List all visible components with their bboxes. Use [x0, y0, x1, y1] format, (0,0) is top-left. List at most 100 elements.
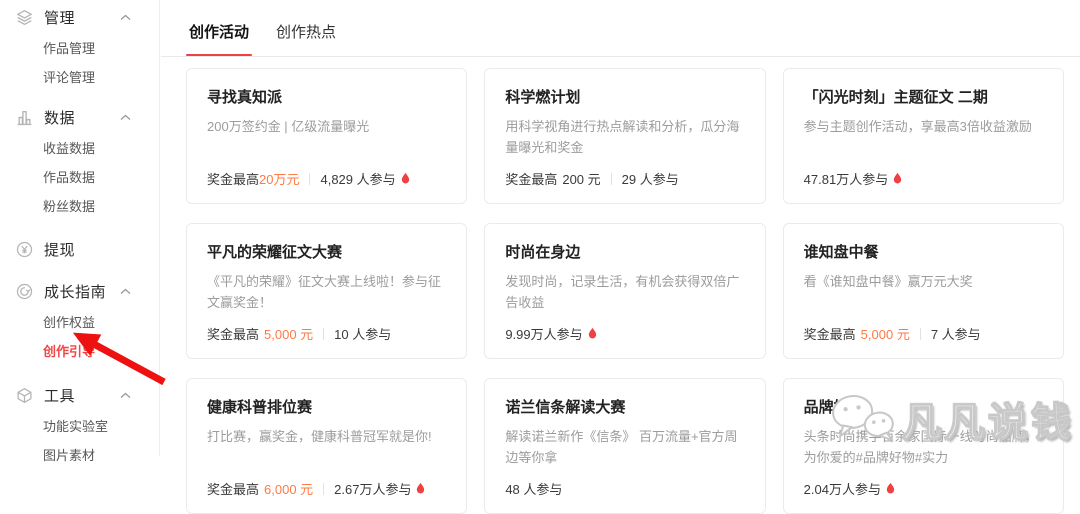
compass-icon — [16, 283, 33, 300]
sidebar-section-tools[interactable]: 工具 — [0, 379, 159, 412]
coin-icon — [16, 241, 33, 258]
sidebar: 管理 作品管理 评论管理 数据 收益数据 作品数据 粉丝数据 提现 — [0, 0, 160, 456]
flame-icon — [400, 172, 411, 185]
divider — [611, 173, 612, 185]
card-desc: 《平凡的荣耀》征文大赛上线啦！参与征文赢奖金！ — [207, 271, 446, 313]
sidebar-section-label: 管理 — [44, 7, 114, 28]
flame-icon — [587, 327, 598, 340]
card-footer: 2.04万人参与 — [804, 479, 1043, 498]
card-footer: 奖金最高 6,000 元 2.67万人参与 — [207, 479, 446, 498]
card-footer: 9.99万人参与 — [505, 324, 744, 343]
sidebar-section-label: 工具 — [44, 385, 114, 406]
divider — [309, 173, 310, 185]
chevron-up-icon — [120, 14, 131, 21]
prize-value: 200 元 — [562, 169, 600, 188]
card-desc: 打比赛，赢奖金，健康科普冠军就是你! — [207, 426, 446, 468]
chevron-up-icon — [120, 392, 131, 399]
main-content: 创作活动 创作热点 寻找真知派 200万签约金 | 亿级流量曝光 奖金最高20万… — [161, 0, 1080, 456]
tab-bar: 创作活动 创作热点 — [161, 0, 1080, 57]
flame-icon — [892, 172, 903, 185]
activity-card[interactable]: 品牌好物 头条时尚携手百余家国际一线时尚品牌，为你爱的#品牌好物#实力 2.04… — [783, 378, 1064, 514]
prize-value: 5,000 元 — [264, 324, 313, 343]
sidebar-section-management[interactable]: 管理 — [0, 1, 159, 34]
sidebar-item-works-data[interactable]: 作品数据 — [0, 163, 159, 192]
card-title: 谁知盘中餐 — [804, 241, 1043, 262]
card-title: 品牌好物 — [804, 396, 1043, 417]
sidebar-group-withdraw: 提现 — [0, 233, 159, 266]
card-footer: 奖金最高20万元 4,829 人参与 — [207, 169, 446, 188]
card-title: 平凡的荣耀征文大赛 — [207, 241, 446, 262]
card-footer: 奖金最高 5,000 元 10 人参与 — [207, 324, 446, 343]
layers-icon — [16, 9, 33, 26]
sidebar-section-growth-guide[interactable]: 成长指南 — [0, 275, 159, 308]
divider — [920, 328, 921, 340]
card-title: 时尚在身边 — [505, 241, 744, 262]
participants-count: 4,829 人参与 — [320, 169, 395, 188]
sidebar-section-data[interactable]: 数据 — [0, 101, 159, 134]
card-desc: 解读诺兰新作《信条》 百万流量+官方周边等你拿 — [505, 426, 744, 468]
prize-label: 奖金最高 — [207, 324, 259, 343]
activity-card[interactable]: 平凡的荣耀征文大赛 《平凡的荣耀》征文大赛上线啦！参与征文赢奖金！ 奖金最高 5,… — [186, 223, 467, 359]
sidebar-group-management: 管理 作品管理 评论管理 — [0, 1, 159, 92]
card-title: 诺兰信条解读大赛 — [505, 396, 744, 417]
chevron-up-icon — [120, 288, 131, 295]
card-footer: 奖金最高200 元 29 人参与 — [505, 169, 744, 188]
prize-value: 6,000 元 — [264, 479, 313, 498]
tab-creation-hotspots[interactable]: 创作热点 — [273, 21, 339, 56]
card-footer: 奖金最高5,000 元 7 人参与 — [804, 324, 1043, 343]
card-desc: 用科学视角进行热点解读和分析，瓜分海量曝光和奖金 — [505, 116, 744, 158]
prize-value: 20万元 — [259, 169, 299, 188]
prize-label: 奖金最高 — [804, 324, 856, 343]
prize-label: 奖金最高 — [207, 169, 259, 188]
participants-count: 7 人参与 — [931, 324, 981, 343]
participants-count: 10 人参与 — [334, 324, 391, 343]
tab-creation-activities[interactable]: 创作活动 — [186, 21, 252, 56]
card-footer: 48 人参与 — [505, 479, 744, 498]
participants-count: 2.67万人参与 — [334, 479, 411, 498]
card-desc: 看《谁知盘中餐》赢万元大奖 — [804, 271, 1043, 313]
activity-card[interactable]: 健康科普排位赛 打比赛，赢奖金，健康科普冠军就是你! 奖金最高 6,000 元 2… — [186, 378, 467, 514]
activity-card-grid: 寻找真知派 200万签约金 | 亿级流量曝光 奖金最高20万元 4,829 人参… — [161, 57, 1080, 514]
participants-count: 2.04万人参与 — [804, 479, 881, 498]
card-desc: 头条时尚携手百余家国际一线时尚品牌，为你爱的#品牌好物#实力 — [804, 426, 1043, 468]
participants-count: 9.99万人参与 — [505, 324, 582, 343]
sidebar-item-comment-management[interactable]: 评论管理 — [0, 63, 159, 92]
flame-icon — [415, 482, 426, 495]
card-desc: 发现时尚，记录生活，有机会获得双倍广告收益 — [505, 271, 744, 313]
participants-count: 47.81万人参与 — [804, 169, 889, 188]
participants-count: 29 人参与 — [622, 169, 679, 188]
activity-card[interactable]: 「闪光时刻」主题征文 二期 参与主题创作活动，享最高3倍收益激励 47.81万人… — [783, 68, 1064, 204]
flame-icon — [885, 482, 896, 495]
card-title: 健康科普排位赛 — [207, 396, 446, 417]
sidebar-section-withdraw[interactable]: 提现 — [0, 233, 159, 266]
sidebar-item-creation-guide[interactable]: 创作引导 — [0, 337, 159, 366]
sidebar-item-feature-lab[interactable]: 功能实验室 — [0, 412, 159, 441]
sidebar-section-label: 数据 — [44, 107, 114, 128]
divider — [323, 483, 324, 495]
prize-label: 奖金最高 — [207, 479, 259, 498]
card-footer: 47.81万人参与 — [804, 169, 1043, 188]
sidebar-item-creation-rights[interactable]: 创作权益 — [0, 308, 159, 337]
sidebar-item-works-management[interactable]: 作品管理 — [0, 34, 159, 63]
card-desc: 参与主题创作活动，享最高3倍收益激励 — [804, 116, 1043, 158]
sidebar-section-label: 成长指南 — [44, 281, 114, 302]
sidebar-item-revenue-data[interactable]: 收益数据 — [0, 134, 159, 163]
divider — [323, 328, 324, 340]
activity-card[interactable]: 寻找真知派 200万签约金 | 亿级流量曝光 奖金最高20万元 4,829 人参… — [186, 68, 467, 204]
activity-card[interactable]: 时尚在身边 发现时尚，记录生活，有机会获得双倍广告收益 9.99万人参与 — [484, 223, 765, 359]
activity-card[interactable]: 诺兰信条解读大赛 解读诺兰新作《信条》 百万流量+官方周边等你拿 48 人参与 — [484, 378, 765, 514]
sidebar-section-label: 提现 — [44, 239, 131, 260]
activity-card[interactable]: 科学燃计划 用科学视角进行热点解读和分析，瓜分海量曝光和奖金 奖金最高200 元… — [484, 68, 765, 204]
card-title: 「闪光时刻」主题征文 二期 — [804, 86, 1043, 107]
sidebar-group-growth-guide: 成长指南 创作权益 创作引导 — [0, 275, 159, 366]
chevron-up-icon — [120, 114, 131, 121]
sidebar-item-fans-data[interactable]: 粉丝数据 — [0, 192, 159, 221]
card-desc: 200万签约金 | 亿级流量曝光 — [207, 116, 446, 158]
cube-icon — [16, 387, 33, 404]
card-title: 寻找真知派 — [207, 86, 446, 107]
bar-chart-icon — [16, 109, 33, 126]
participants-count: 48 人参与 — [505, 479, 562, 498]
card-title: 科学燃计划 — [505, 86, 744, 107]
activity-card[interactable]: 谁知盘中餐 看《谁知盘中餐》赢万元大奖 奖金最高5,000 元 7 人参与 — [783, 223, 1064, 359]
sidebar-group-tools: 工具 功能实验室 图片素材 — [0, 379, 159, 470]
